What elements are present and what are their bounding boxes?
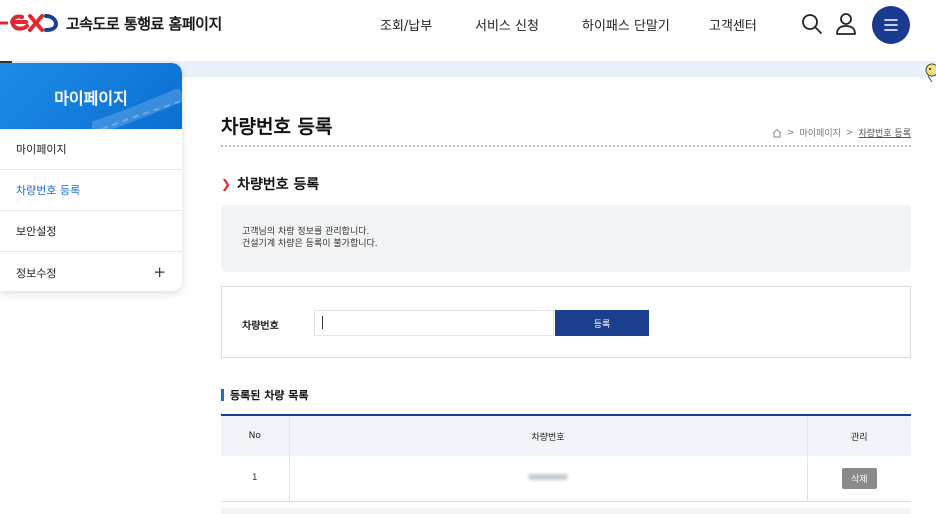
vehicle-list-title-text: 등록된 차량 목록 bbox=[230, 389, 309, 402]
sidebar: 마이페이지 마이페이지 차량번호 등록 보안설정 정보수정 + bbox=[0, 63, 182, 291]
table-header-row: No 차량번호 관리 bbox=[221, 414, 911, 456]
row-vehicle-number bbox=[288, 456, 807, 502]
breadcrumb-item[interactable]: 마이페이지 bbox=[800, 126, 841, 139]
nav-service-request[interactable]: 서비스 신청 bbox=[475, 15, 539, 34]
sidebar-item-mypage[interactable]: 마이페이지 bbox=[0, 129, 182, 170]
user-icon[interactable] bbox=[832, 10, 860, 38]
sidebar-item-label: 보안설정 bbox=[16, 225, 57, 238]
row-number: 1 bbox=[221, 456, 289, 502]
title-bar-accent bbox=[221, 389, 224, 401]
vehicle-number-input[interactable] bbox=[314, 310, 554, 336]
column-header-manage: 관리 bbox=[806, 414, 911, 456]
table-row: 1 삭제 bbox=[221, 456, 911, 502]
title-divider bbox=[221, 145, 911, 147]
vehicle-number-label: 차량번호 bbox=[242, 321, 279, 332]
column-header-no: No bbox=[221, 414, 289, 456]
redacted-vehicle-number bbox=[528, 474, 568, 481]
home-icon[interactable] bbox=[772, 128, 782, 138]
register-button[interactable]: 등록 bbox=[555, 310, 649, 336]
mascot-icon bbox=[924, 62, 936, 84]
nav-hipass-device[interactable]: 하이패스 단말기 bbox=[582, 15, 670, 34]
sidebar-item-edit-info[interactable]: 정보수정 + bbox=[0, 252, 182, 291]
sidebar-item-label: 차량번호 등록 bbox=[16, 184, 81, 197]
vehicle-form: 차량번호 등록 bbox=[221, 286, 911, 358]
chevron-right-icon: ❯ bbox=[221, 177, 232, 191]
menu-button[interactable] bbox=[872, 6, 910, 44]
section-title-text: 차량번호 등록 bbox=[237, 177, 320, 193]
text-cursor bbox=[322, 316, 323, 329]
road-decoration-icon bbox=[92, 89, 182, 129]
breadcrumb: > 마이페이지 > 차량번호 등록 bbox=[772, 126, 911, 139]
sidebar-header: 마이페이지 bbox=[0, 63, 182, 129]
sidebar-item-label: 정보수정 bbox=[16, 266, 57, 280]
main-nav: 조회/납부 서비스 신청 하이패스 단말기 고객센터 bbox=[0, 15, 936, 35]
info-box: 고객님의 차량 정보를 관리합니다. 건설기계 차량은 등록이 불가합니다. bbox=[221, 205, 911, 272]
sidebar-item-vehicle-register[interactable]: 차량번호 등록 bbox=[0, 170, 182, 211]
vehicle-list-title: 등록된 차량 목록 bbox=[221, 387, 309, 403]
vehicle-table: No 차량번호 관리 1 삭제 bbox=[221, 414, 911, 502]
breadcrumb-current[interactable]: 차량번호 등록 bbox=[858, 126, 911, 139]
info-line: 고객님의 차량 정보를 관리합니다. bbox=[242, 227, 370, 237]
info-line: 건설기계 차량은 등록이 불가합니다. bbox=[242, 239, 378, 249]
page-title: 차량번호 등록 bbox=[221, 116, 333, 138]
table-footer-band bbox=[221, 508, 911, 514]
sidebar-item-security[interactable]: 보안설정 bbox=[0, 211, 182, 252]
site-header: 고속도로 통행료 홈페이지 조회/납부 서비스 신청 하이패스 단말기 고객센터 bbox=[0, 0, 936, 50]
nav-customer-center[interactable]: 고객센터 bbox=[709, 15, 757, 34]
column-header-vehicle-number: 차량번호 bbox=[288, 414, 807, 456]
chevron-right-icon: > bbox=[786, 127, 795, 138]
delete-button[interactable]: 삭제 bbox=[841, 467, 877, 489]
section-title: ❯ 차량번호 등록 bbox=[221, 174, 319, 194]
search-icon[interactable] bbox=[798, 10, 826, 38]
sidebar-item-label: 마이페이지 bbox=[16, 143, 67, 156]
chevron-right-icon: > bbox=[845, 127, 854, 138]
expand-plus-icon[interactable]: + bbox=[153, 263, 166, 281]
menu-icon bbox=[884, 19, 898, 31]
nav-inquiry-payment[interactable]: 조회/납부 bbox=[380, 15, 432, 34]
row-manage: 삭제 bbox=[806, 456, 911, 502]
